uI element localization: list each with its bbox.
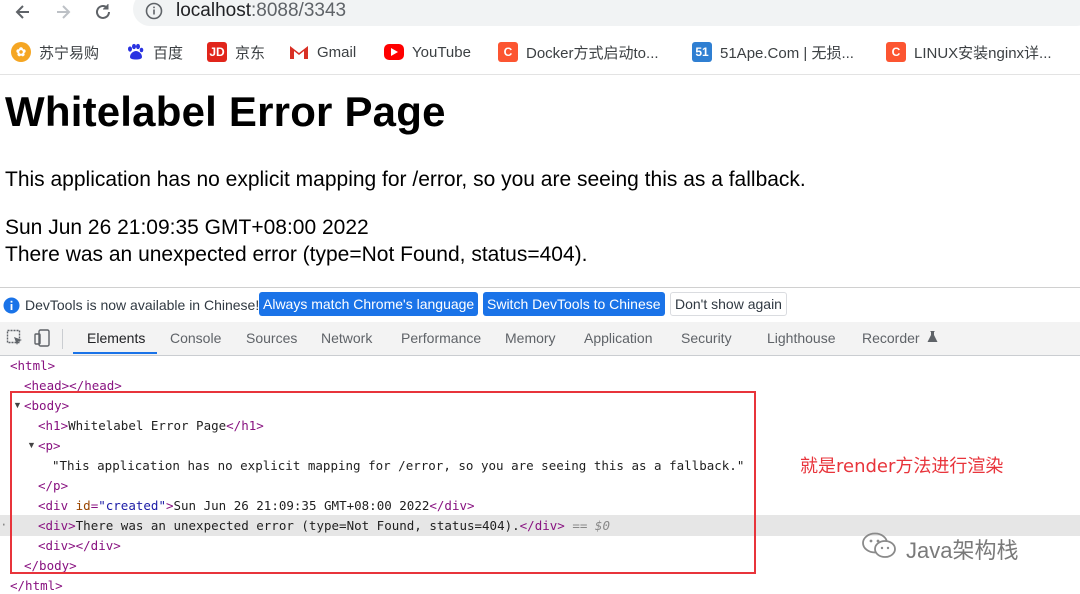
back-button[interactable] [8, 0, 38, 24]
tab-performance[interactable]: Performance [401, 330, 481, 346]
bookmark-youtube[interactable]: YouTube [384, 39, 471, 65]
arrow-left-icon [15, 5, 29, 19]
devtools-tabbar: Elements Console Sources Network Perform… [0, 322, 1080, 356]
bookmark-label: Docker方式启动to... [526, 44, 659, 62]
51ape-icon: 51 [692, 42, 712, 62]
tab-recorder-label: Recorder [862, 330, 920, 346]
watermark-text: Java架构栈 [906, 538, 1019, 563]
tab-network[interactable]: Network [321, 330, 372, 346]
tab-security[interactable]: Security [681, 330, 732, 346]
bookmark-gmail[interactable]: Gmail [289, 39, 356, 65]
infobar-message: DevTools is now available in Chinese! [25, 297, 260, 313]
bookmark-docker[interactable]: C Docker方式启动to... [498, 39, 659, 65]
youtube-icon [384, 44, 404, 60]
bookmark-label: Gmail [317, 43, 357, 61]
url-text: localhost:8088/3343 [176, 0, 346, 22]
bookmark-jd[interactable]: JD 京东 [207, 39, 265, 65]
device-toolbar-icon[interactable] [34, 329, 52, 352]
watermark: Java架构栈 [862, 532, 1018, 566]
annotation-text: 就是render方法进行渲染 [800, 456, 1004, 477]
url-path: :8088/3343 [251, 0, 347, 21]
bookmark-label: LINUX安装nginx详... [914, 44, 1052, 62]
info-icon [3, 297, 20, 319]
switch-to-chinese-button[interactable]: Switch DevTools to Chinese [483, 292, 665, 316]
arrow-right-icon [57, 5, 71, 19]
tab-sources[interactable]: Sources [246, 330, 297, 346]
always-match-language-button[interactable]: Always match Chrome's language [259, 292, 479, 316]
bookmark-51ape[interactable]: 51 51Ape.Com | 无损... [692, 39, 854, 65]
jd-icon: JD [207, 42, 227, 62]
tab-console[interactable]: Console [170, 330, 221, 346]
wechat-icon [862, 532, 898, 566]
tab-elements[interactable]: Elements [87, 330, 145, 346]
toolbar-divider [62, 329, 63, 349]
suning-icon: ✿ [11, 42, 31, 62]
bookmark-label: 51Ape.Com | 无损... [720, 44, 854, 62]
tab-lighthouse[interactable]: Lighthouse [767, 330, 836, 346]
page-date: Sun Jun 26 21:09:35 GMT+08:00 2022 [5, 216, 369, 239]
reload-icon [96, 4, 110, 19]
baidu-paw-icon [125, 42, 145, 62]
bookmark-label: 苏宁易购 [39, 44, 100, 62]
page-error-detail: There was an unexpected error (type=Not … [5, 243, 588, 266]
forward-button[interactable] [48, 0, 78, 24]
bookmark-suning[interactable]: ✿ 苏宁易购 [11, 39, 99, 65]
dont-show-again-button[interactable]: Don't show again [670, 292, 787, 316]
tab-memory[interactable]: Memory [505, 330, 556, 346]
browser-toolbar: localhost:8088/3343 [0, 0, 1080, 28]
site-info-icon[interactable] [145, 2, 163, 25]
page-message: This application has no explicit mapping… [5, 168, 806, 191]
bookmark-label: 百度 [153, 44, 184, 62]
active-tab-indicator [73, 352, 157, 354]
url-host: localhost [176, 0, 251, 21]
c-orange-icon: C [886, 42, 906, 62]
inspect-element-icon[interactable] [6, 329, 24, 352]
dom-html-close[interactable]: </html> [10, 578, 63, 593]
address-bar[interactable]: localhost:8088/3343 [133, 0, 1080, 26]
annotation-highlight-box [10, 391, 756, 574]
bookmark-label: 京东 [235, 44, 266, 62]
bookmark-label: YouTube [412, 43, 471, 61]
dom-tag: <html> [10, 358, 56, 373]
tab-recorder[interactable]: Recorder [862, 330, 938, 346]
devtools-language-infobar: DevTools is now available in Chinese! Al… [0, 287, 1080, 323]
dom-html-open[interactable]: <html> [10, 358, 55, 373]
gmail-icon [289, 42, 309, 62]
bookmark-baidu[interactable]: 百度 [125, 39, 183, 65]
bookmark-linux-nginx[interactable]: C LINUX安装nginx详... [886, 39, 1052, 65]
flask-icon [924, 330, 939, 346]
bookmarks-bar: ✿ 苏宁易购 百度 JD 京东 Gmail YouTube C Docker方式… [0, 30, 1080, 75]
page-title: Whitelabel Error Page [5, 88, 446, 135]
tab-application[interactable]: Application [584, 330, 653, 346]
dom-tag: </html> [10, 578, 63, 593]
c-orange-icon: C [498, 42, 518, 62]
reload-button[interactable] [88, 0, 118, 24]
